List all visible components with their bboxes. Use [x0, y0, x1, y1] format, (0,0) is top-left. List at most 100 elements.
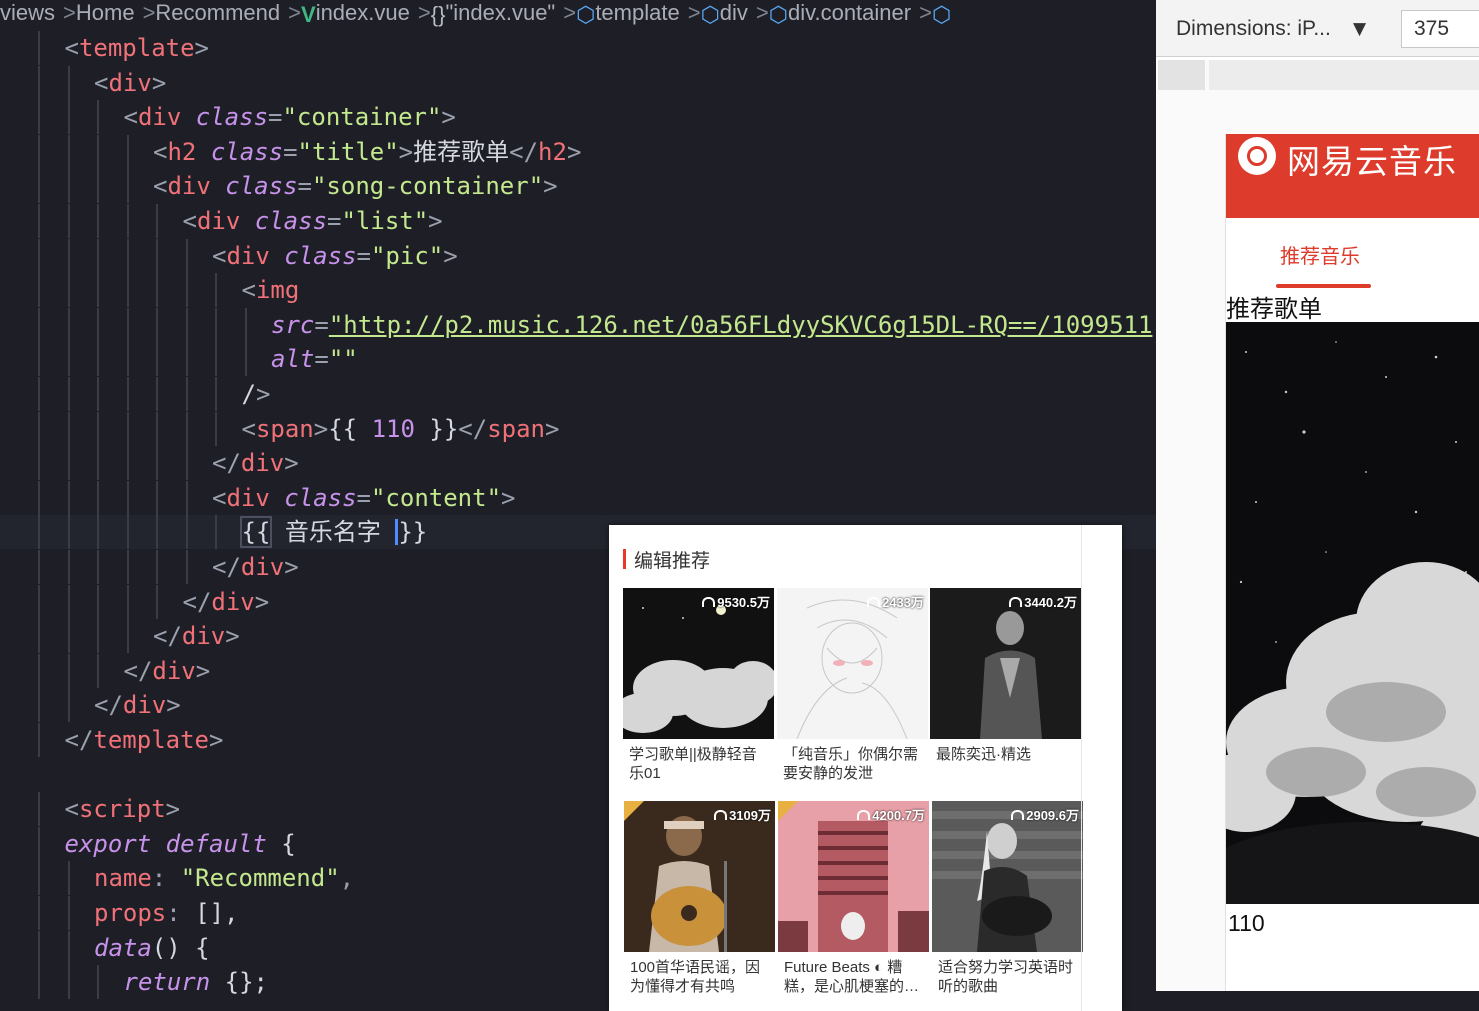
code-line[interactable]: <template> [0, 31, 1156, 65]
code-line[interactable]: <div class="container"> [0, 100, 1156, 135]
code-text: </div> [94, 691, 181, 720]
breadcrumb: views >Home >Recommend >Vindex.vue >{}"index… [0, 0, 1156, 28]
code-line[interactable]: alt="" [0, 342, 1156, 377]
breadcrumb-item-views[interactable]: views [0, 0, 55, 25]
playlist-card[interactable]: 2433万「纯音乐」你偶尔需要安静的发泄 [777, 588, 928, 785]
indent-guide [67, 550, 70, 584]
playlist-title[interactable]: 「纯音乐」你偶尔需要安静的发泄 [777, 739, 928, 785]
code-text: </div> [123, 656, 211, 685]
indent-guide [156, 273, 158, 308]
code-line[interactable]: <div class="pic"> [0, 238, 1156, 273]
code-text: /> [241, 380, 271, 408]
device-viewport[interactable]: 网易云音乐 推荐音乐 推荐歌单 110 [1225, 134, 1479, 991]
code-text: <div class="container"> [123, 103, 456, 132]
indent-guide [38, 584, 40, 619]
code-text: <div class="content"> [212, 483, 516, 512]
playlist-cover[interactable]: 4200.7万 [778, 801, 929, 952]
playlist-cover[interactable]: 2433万 [777, 588, 928, 739]
indent-guide [156, 411, 158, 446]
dropdown-arrow-icon[interactable]: ▼ [1353, 19, 1366, 39]
indent-guide [38, 688, 40, 723]
device-toolbar: Dimensions: iP... ▼ 375 [1156, 0, 1479, 57]
indent-guide [38, 653, 40, 688]
code-text: </div> [153, 622, 240, 651]
playlist-title[interactable]: 100首华语民谣，因为懂得才有共鸣 [624, 952, 775, 998]
indent-guide [126, 238, 129, 273]
indent-guide [67, 930, 70, 965]
indent-guide [67, 134, 70, 169]
indent-guide [156, 480, 158, 515]
indent-guide [185, 550, 188, 584]
indent-guide [38, 273, 40, 308]
playlist-title[interactable]: 学习歌单||极静轻音乐01 [623, 739, 774, 785]
playlist-card[interactable]: 3440.2万 最陈奕迅·精选 [930, 588, 1081, 785]
playlist-card[interactable]: 2909.6万 适合努力学习英语时听的歌曲 [932, 801, 1083, 998]
code-text: export default { [64, 829, 296, 858]
code-line[interactable]: </div> [0, 446, 1156, 481]
cube-icon: ⬡ [931, 2, 952, 27]
indent-guide [185, 411, 188, 446]
code-text: src="http://p2.music.126.net/0a56FLdyySK… [271, 310, 1153, 339]
playlist-title[interactable]: 适合努力学习英语时听的歌曲 [932, 952, 1083, 998]
play-count-value: 4200.7万 [872, 808, 925, 823]
indent-guide [185, 515, 188, 550]
playlist-card[interactable]: 4200.7万 Future Beats ◐ 糟糕，是心肌梗塞的… [778, 801, 929, 998]
indent-guide [126, 377, 129, 411]
playlist-title[interactable]: 最陈奕迅·精选 [930, 739, 1081, 785]
indent-guide [97, 273, 99, 308]
indent-guide [97, 307, 99, 342]
indent-guide [38, 965, 40, 1000]
code-line[interactable]: <div class="content"> [0, 480, 1156, 515]
playlist-card[interactable]: 3109万 100首华语民谣，因为懂得才有共鸣 [624, 801, 775, 998]
breadcrumb-item-template[interactable]: template [595, 0, 679, 25]
indent-guide [38, 134, 40, 169]
indent-guide [38, 619, 40, 654]
indent-guide [67, 307, 70, 342]
code-line[interactable]: <span>{{ 110 }}</span> [0, 411, 1156, 446]
breadcrumb-item-recommend[interactable]: Recommend [155, 0, 280, 25]
indent-guide [38, 307, 40, 342]
code-line[interactable]: <div> [0, 65, 1156, 100]
accent-bar [623, 549, 626, 569]
playlist-cover[interactable]: 2909.6万 [932, 801, 1083, 952]
playlist-cover-image[interactable] [1226, 322, 1479, 904]
indent-guide [67, 273, 70, 308]
indent-guide [97, 100, 99, 135]
indent-guide [156, 446, 158, 481]
chevron-right-icon: > [63, 0, 76, 25]
playlist-card[interactable]: 9530.5万 学习歌单||极静轻音乐01 [623, 588, 774, 785]
play-count-value: 2433万 [882, 595, 924, 610]
indent-guide [67, 377, 70, 411]
chevron-right-icon: > [563, 0, 577, 25]
indent-guide [67, 65, 70, 100]
playlist-title[interactable]: Future Beats ◐ 糟糕，是心肌梗塞的… [778, 952, 929, 998]
code-line[interactable]: <div class="song-container"> [0, 169, 1156, 204]
indent-guide [156, 515, 158, 550]
breadcrumb-item-file[interactable]: index.vue [316, 0, 410, 25]
braces-icon: {} [430, 2, 446, 27]
scrollbar[interactable] [1081, 525, 1082, 1011]
width-input[interactable]: 375 [1401, 10, 1479, 48]
indent-guide [185, 238, 188, 273]
breadcrumb-item-container[interactable]: div.container [788, 0, 911, 25]
tab-recommend-music[interactable]: 推荐音乐 [1280, 240, 1360, 269]
code-line[interactable]: /> [0, 377, 1156, 411]
playlist-cover[interactable]: 3440.2万 [930, 588, 1081, 739]
code-line[interactable]: src="http://p2.music.126.net/0a56FLdyySK… [0, 307, 1156, 342]
breadcrumb-item-module[interactable]: "index.vue" [445, 0, 555, 25]
corner-badge-icon [624, 801, 644, 821]
breadcrumb-item-home[interactable]: Home [76, 0, 135, 25]
indent-guide [185, 446, 188, 481]
code-line[interactable]: <img [0, 273, 1156, 308]
indent-guide [38, 826, 40, 861]
breadcrumb-item-div[interactable]: div [720, 0, 748, 25]
code-line[interactable]: <h2 class="title">推荐歌单</h2> [0, 134, 1156, 169]
dimensions-select[interactable]: Dimensions: iP... [1176, 17, 1331, 41]
indent-guide [67, 342, 70, 377]
playlist-cover[interactable]: 9530.5万 [623, 588, 774, 739]
code-text: <div class="pic"> [212, 241, 458, 270]
media-query-segment[interactable] [1158, 60, 1209, 90]
code-line[interactable]: <div class="list"> [0, 204, 1156, 238]
indent-guide [126, 169, 129, 204]
playlist-cover[interactable]: 3109万 [624, 801, 775, 952]
